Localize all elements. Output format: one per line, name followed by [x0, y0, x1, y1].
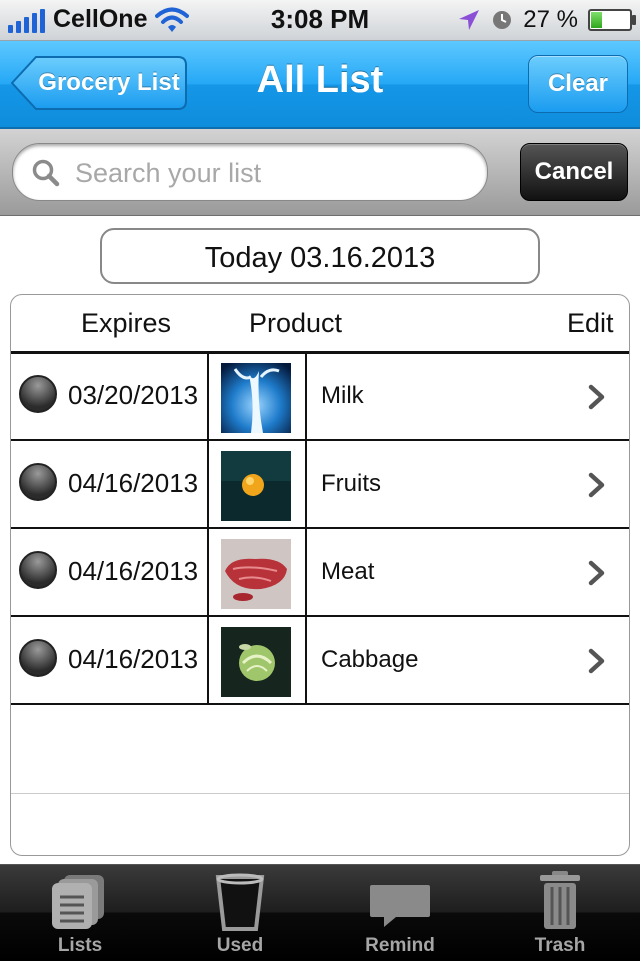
table-row[interactable]: 04/16/2013 Meat	[11, 529, 629, 617]
location-arrow-icon	[459, 10, 480, 30]
glass-icon	[215, 873, 265, 931]
chevron-right-icon[interactable]	[587, 384, 607, 410]
column-divider	[305, 617, 307, 703]
column-divider	[305, 441, 307, 527]
expiry-date: 03/20/2013	[68, 380, 199, 410]
expiry-date: 04/16/2013	[68, 644, 199, 674]
battery-percent: 27 %	[523, 6, 578, 33]
column-divider	[305, 353, 307, 439]
tab-remind[interactable]: Remind	[320, 865, 480, 961]
table-row[interactable]: 03/20/2013 Milk	[11, 353, 629, 441]
empty-row	[11, 703, 629, 794]
status-right: 27 %	[457, 6, 636, 34]
chevron-right-icon[interactable]	[587, 472, 607, 498]
product-thumbnail-cabbage	[221, 627, 291, 697]
column-divider	[207, 529, 209, 615]
grocery-table: Expires Product Edit 03/20/2013 Milk 04/…	[10, 294, 630, 856]
battery-fill	[591, 12, 602, 28]
column-divider	[207, 353, 209, 439]
product-thumbnail-milk	[221, 363, 291, 433]
column-divider	[305, 529, 307, 615]
status-bar: CellOne 3:08 PM 27 %	[0, 0, 640, 41]
product-name: Meat	[321, 558, 375, 585]
clear-button[interactable]: Clear	[528, 55, 628, 113]
product-name: Milk	[321, 382, 364, 409]
column-divider	[207, 617, 209, 703]
chevron-right-icon[interactable]	[587, 560, 607, 586]
product-header[interactable]: Product	[249, 308, 342, 339]
search-field[interactable]	[12, 143, 488, 201]
tab-bar: Lists Used Remind Trash	[0, 864, 640, 961]
product-thumbnail-fruits	[221, 451, 291, 521]
tab-lists[interactable]: Lists	[0, 865, 160, 961]
tab-label: Trash	[534, 935, 586, 956]
lists-icon	[52, 875, 104, 929]
search-input[interactable]	[73, 150, 477, 196]
battery-icon	[588, 9, 636, 31]
status-circle[interactable]	[19, 375, 57, 413]
tab-label: Lists	[57, 935, 103, 956]
navigation-bar: Grocery List All List Clear	[0, 41, 640, 129]
speech-bubble-icon	[370, 885, 430, 927]
date-label[interactable]: Today 03.16.2013	[100, 228, 540, 284]
status-circle[interactable]	[19, 639, 57, 677]
expiry-date: 04/16/2013	[68, 468, 199, 498]
table-row[interactable]: 04/16/2013 Fruits	[11, 441, 629, 529]
trash-can-icon	[540, 871, 580, 929]
product-name: Cabbage	[321, 646, 419, 673]
alarm-clock-icon	[493, 11, 512, 29]
expires-header[interactable]: Expires	[81, 308, 171, 339]
column-divider	[207, 441, 209, 527]
table-row[interactable]: 04/16/2013 Cabbage	[11, 617, 629, 705]
status-circle[interactable]	[19, 463, 57, 501]
cancel-button[interactable]: Cancel	[520, 143, 628, 201]
tab-trash[interactable]: Trash	[480, 865, 640, 961]
chevron-right-icon[interactable]	[587, 648, 607, 674]
product-thumbnail-meat	[221, 539, 291, 609]
expiry-date: 04/16/2013	[68, 556, 199, 586]
search-bar: Cancel	[0, 129, 640, 216]
status-circle[interactable]	[19, 551, 57, 589]
tab-label: Used	[216, 935, 264, 956]
search-icon	[32, 159, 60, 187]
table-header: Expires Product Edit	[11, 295, 629, 354]
product-name: Fruits	[321, 470, 381, 497]
edit-header[interactable]: Edit	[567, 308, 614, 339]
tab-used[interactable]: Used	[160, 865, 320, 961]
tab-label: Remind	[365, 935, 435, 956]
